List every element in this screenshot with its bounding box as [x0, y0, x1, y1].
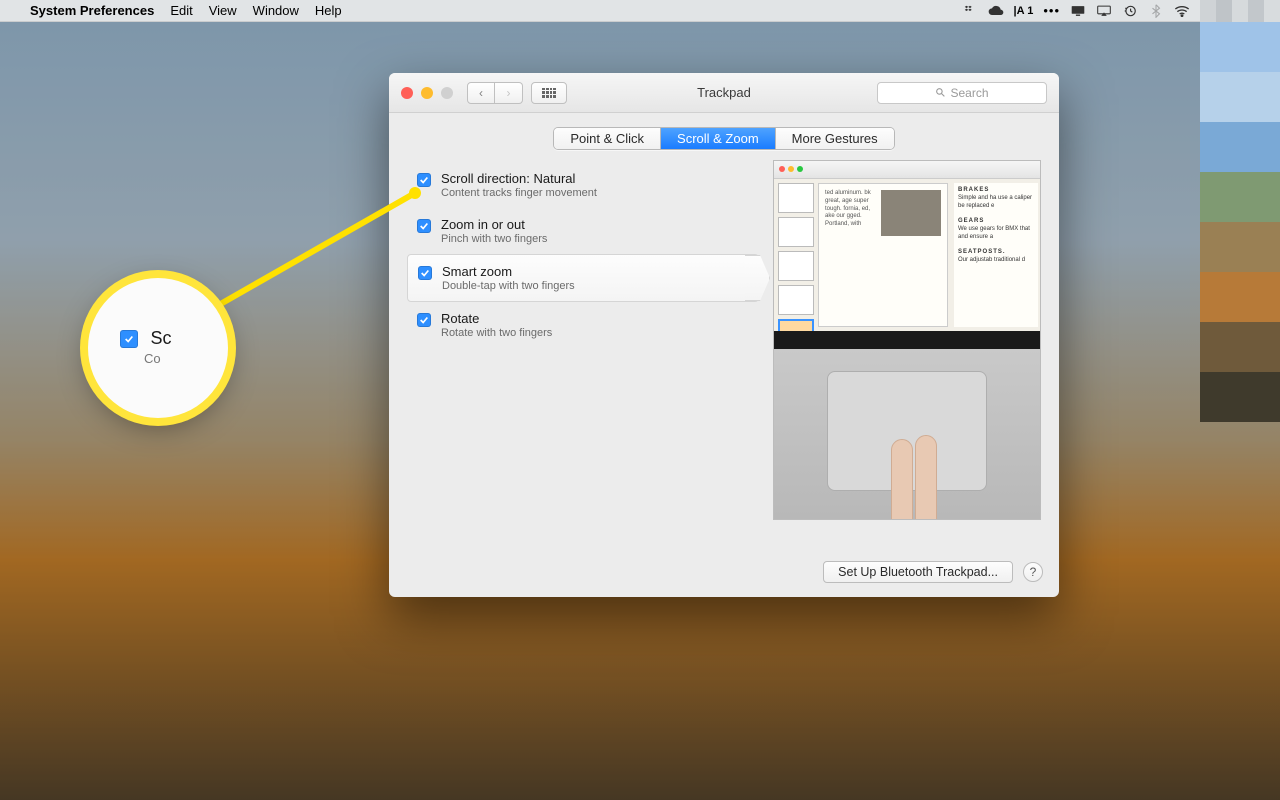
menu-help[interactable]: Help — [315, 3, 342, 18]
adobe-status[interactable]: |A 1 — [1014, 3, 1034, 19]
forward-button[interactable]: › — [495, 82, 523, 104]
option-title: Scroll direction: Natural — [441, 171, 597, 186]
preview-p2: We use gears for BMX that and ensure a — [958, 226, 1030, 240]
pixel-strip — [1200, 0, 1280, 22]
menu-bar: System Preferences Edit View Window Help… — [0, 0, 1280, 22]
option-title: Zoom in or out — [441, 217, 547, 232]
traffic-lights — [389, 87, 453, 99]
display-icon[interactable] — [1070, 3, 1086, 19]
callout-leader-line — [190, 190, 450, 320]
options-list: Scroll direction: NaturalContent tracks … — [407, 160, 759, 537]
show-all-button[interactable] — [531, 82, 567, 104]
option-title: Smart zoom — [442, 264, 575, 279]
menu-view[interactable]: View — [209, 3, 237, 18]
callout-subtitle: Co — [144, 351, 171, 366]
search-icon — [935, 87, 946, 98]
menu-edit[interactable]: Edit — [170, 3, 192, 18]
grid-icon — [542, 88, 556, 98]
option-subtitle: Content tracks finger movement — [441, 187, 597, 199]
option-title: Rotate — [441, 311, 552, 326]
option-subtitle: Rotate with two fingers — [441, 327, 552, 339]
option-smart-zoom[interactable]: Smart zoomDouble-tap with two fingers — [407, 254, 759, 302]
callout-magnifier: Sc Co — [88, 278, 228, 418]
gesture-preview: ted aluminum. bk great, age super tough.… — [773, 160, 1041, 520]
option-zoom[interactable]: Zoom in or outPinch with two fingers — [407, 208, 759, 254]
back-button[interactable]: ‹ — [467, 82, 495, 104]
window-titlebar[interactable]: ‹ › Trackpad Search — [389, 73, 1059, 113]
cloud-icon[interactable] — [988, 3, 1004, 19]
tab-point-click[interactable]: Point & Click — [554, 128, 661, 149]
close-button[interactable] — [401, 87, 413, 99]
timemachine-icon[interactable] — [1122, 3, 1138, 19]
minimize-button[interactable] — [421, 87, 433, 99]
search-placeholder: Search — [950, 86, 988, 100]
option-rotate[interactable]: RotateRotate with two fingers — [407, 302, 759, 348]
callout-checkbox-icon — [120, 330, 138, 348]
preview-h1: BRAKES — [958, 187, 989, 193]
app-name[interactable]: System Preferences — [30, 3, 154, 18]
preferences-window: ‹ › Trackpad Search Point & Click Scroll… — [389, 73, 1059, 597]
preview-h2: GEARS — [958, 218, 984, 224]
setup-bluetooth-trackpad-button[interactable]: Set Up Bluetooth Trackpad... — [823, 561, 1013, 583]
tab-scroll-zoom[interactable]: Scroll & Zoom — [661, 128, 776, 149]
tab-bar: Point & Click Scroll & Zoom More Gesture… — [389, 113, 1059, 160]
preview-page-text: ted aluminum. bk great, age super tough.… — [825, 190, 871, 227]
more-icon[interactable]: ••• — [1043, 3, 1060, 19]
right-pixel-strip — [1200, 22, 1280, 422]
tab-more-gestures[interactable]: More Gestures — [776, 128, 894, 149]
dropbox-icon[interactable] — [962, 3, 978, 19]
bluetooth-icon[interactable] — [1148, 3, 1164, 19]
airplay-icon[interactable] — [1096, 3, 1112, 19]
zoom-button-disabled — [441, 87, 453, 99]
preview-p1: Simple and ha use a caliper be replaced … — [958, 195, 1032, 209]
checkbox-scroll-direction[interactable] — [417, 173, 431, 187]
wifi-icon[interactable] — [1174, 3, 1190, 19]
help-button[interactable]: ? — [1023, 562, 1043, 582]
option-subtitle: Pinch with two fingers — [441, 233, 547, 245]
preview-h3: SEATPOSTS. — [958, 249, 1006, 255]
option-subtitle: Double-tap with two fingers — [442, 280, 575, 292]
search-input[interactable]: Search — [877, 82, 1047, 104]
option-scroll-direction[interactable]: Scroll direction: NaturalContent tracks … — [407, 162, 759, 208]
menu-window[interactable]: Window — [253, 3, 299, 18]
callout-title: Sc — [150, 328, 171, 349]
preview-p3: Our adjustab traditional d — [958, 257, 1025, 263]
